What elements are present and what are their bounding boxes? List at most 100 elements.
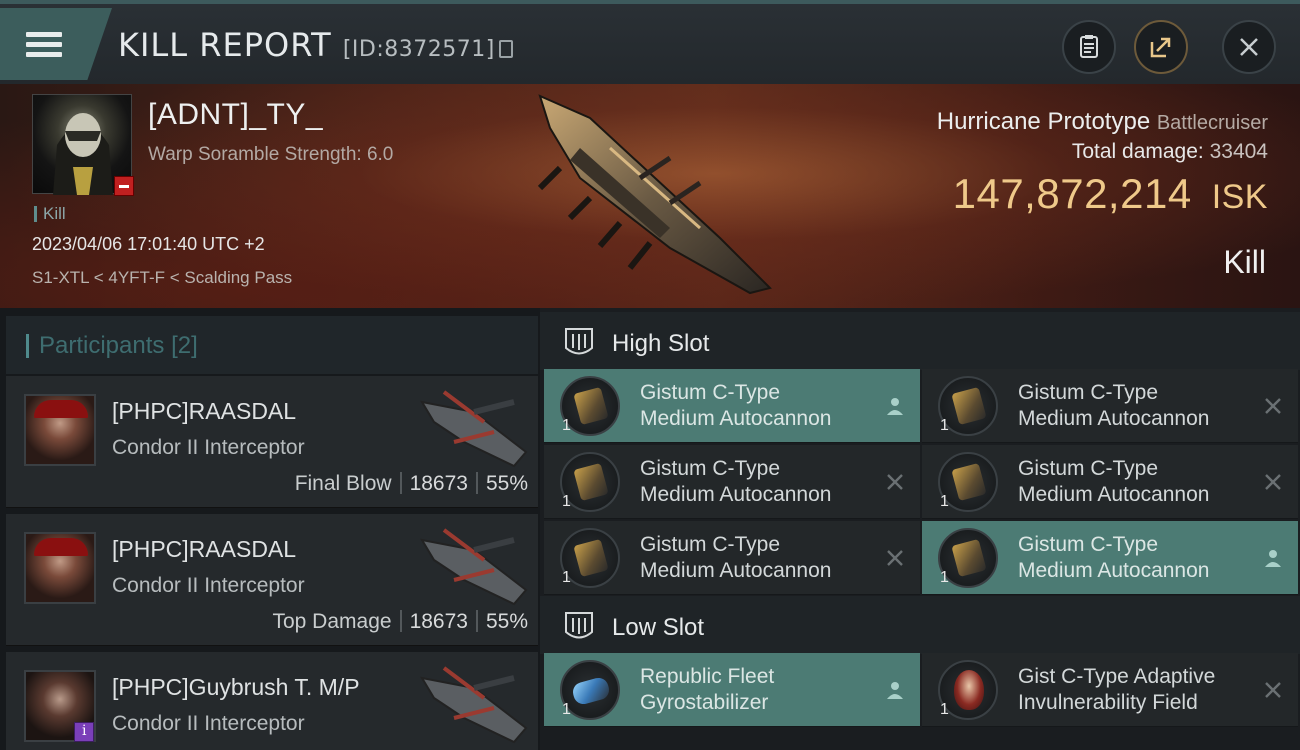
top-bar: KILL REPORT [ID:8372571] [0, 0, 1300, 84]
outcome-label: Kill [1223, 244, 1266, 280]
module-slot[interactable]: 1 Gistum C-Type Medium Autocannon [544, 369, 920, 443]
participant-stat-label: Top Damage [272, 610, 392, 633]
participant-row[interactable]: [PHPC]RAASDAL Condor II Interceptor Top … [6, 514, 538, 646]
module-slot[interactable]: 1 Gistum C-Type Medium Autocannon [922, 445, 1298, 519]
kill-tag: Kill [34, 205, 66, 222]
participants-count: [2] [171, 332, 198, 359]
kill-date: 2023/04/06 17:01:40 UTC +2 [32, 234, 265, 254]
participant-damage: 18673 [409, 610, 468, 633]
high-slot-header: High Slot [540, 312, 1300, 370]
kill-location[interactable]: S1-XTL < 4YFT-F < Scalding Pass [32, 268, 292, 288]
warp-scramble-strength: Warp Soramble Strength: 6.0 [148, 144, 394, 165]
total-damage-value: 33404 [1209, 140, 1268, 163]
kill-report-screen: KILL REPORT [ID:8372571] [ADNT]_TY_ Warp… [0, 0, 1300, 750]
module-quantity: 1 [940, 569, 949, 586]
participant-stats: Final Blow 18673 55% [295, 472, 528, 496]
low-slot-icon [565, 612, 593, 639]
isk-value: 147,872,214 ISK [953, 170, 1268, 218]
module-name-line1: Gistum C-Type [1018, 381, 1159, 404]
module-slot[interactable]: 1 Gistum C-Type Medium Autocannon [922, 369, 1298, 443]
module-name-line1: Gistum C-Type [640, 381, 781, 404]
isk-unit: ISK [1211, 178, 1268, 216]
close-icon [1265, 474, 1281, 490]
module-quantity: 1 [940, 493, 949, 510]
participant-percent: 55% [485, 610, 528, 633]
participant-avatar [24, 394, 96, 466]
total-damage-label: Total damage: [1071, 140, 1204, 163]
module-name-line1: Gistum C-Type [1018, 457, 1159, 480]
participant-name: [PHPC]RAASDAL [112, 536, 297, 562]
module-slot[interactable]: 1 Gistum C-Type Medium Autocannon [922, 521, 1298, 595]
participants-header: Participants [2] [6, 316, 538, 374]
module-quantity: 1 [562, 417, 571, 434]
person-icon [887, 682, 903, 699]
participant-stats: Top Damage 18673 55% [272, 610, 528, 634]
share-icon [1150, 37, 1171, 58]
clipboard-icon [1080, 35, 1098, 58]
high-slot-label: High Slot [612, 330, 710, 357]
page-title: KILL REPORT [ID:8372571] [118, 26, 513, 64]
module-name-line2: Medium Autocannon [640, 407, 832, 430]
module-slot[interactable]: 1 Republic Fleet Gyrostabilizer [544, 653, 920, 727]
victim-ship[interactable]: Hurricane Prototype Battlecruiser [937, 108, 1268, 136]
info-badge-icon [74, 722, 94, 742]
participant-row[interactable]: [PHPC]Guybrush T. M/P Condor II Intercep… [6, 652, 538, 750]
module-quantity: 1 [940, 417, 949, 434]
module-name-line2: Invulnerability Field [1018, 691, 1198, 714]
module-name-line1: Gist C-Type Adaptive [1018, 665, 1216, 688]
participant-name: [PHPC]RAASDAL [112, 398, 297, 424]
victim-ship-image [537, 94, 772, 295]
total-damage: Total damage: 33404 [1072, 140, 1268, 164]
module-slot[interactable]: 1 Gistum C-Type Medium Autocannon [544, 521, 920, 595]
module-name-line1: Republic Fleet [640, 665, 775, 688]
close-button[interactable] [1222, 20, 1276, 74]
module-name-line2: Medium Autocannon [640, 483, 832, 506]
person-icon [1265, 550, 1281, 567]
victim-ship-class: Battlecruiser [1156, 112, 1268, 134]
close-icon [887, 550, 903, 566]
module-slot[interactable]: 1 Gist C-Type Adaptive Invulnerability Fie… [922, 653, 1298, 727]
low-slot-header: Low Slot [540, 596, 1300, 654]
close-icon [1240, 38, 1258, 56]
hamburger-icon [26, 27, 62, 62]
participant-ship-image [419, 666, 528, 744]
module-name-line1: Gistum C-Type [640, 533, 781, 556]
copy-icon[interactable] [498, 40, 513, 58]
participant-row[interactable]: [PHPC]RAASDAL Condor II Interceptor Fina… [6, 376, 538, 508]
hostile-badge [114, 176, 134, 196]
participant-stat-label: Final Blow [294, 472, 392, 495]
module-name-line1: Gistum C-Type [1018, 533, 1159, 556]
participants-label: Participants [39, 332, 165, 359]
report-id: [ID:8372571] [342, 37, 495, 62]
participant-name: [PHPC]Guybrush T. M/P [112, 674, 360, 700]
clipboard-button[interactable] [1062, 20, 1116, 74]
victim-ship-name: Hurricane Prototype [936, 108, 1151, 135]
page-title-text: KILL REPORT [118, 26, 332, 64]
participant-ship: Condor II Interceptor [112, 712, 305, 735]
victim-name[interactable]: [ADNT]_TY_ [148, 98, 323, 132]
module-name-line2: Gyrostabilizer [640, 691, 769, 714]
close-icon [1265, 682, 1281, 698]
participant-avatar [24, 532, 96, 604]
module-name-line1: Gistum C-Type [640, 457, 781, 480]
isk-amount: 147,872,214 [952, 170, 1192, 217]
person-icon [887, 398, 903, 415]
participant-ship: Condor II Interceptor [112, 574, 305, 597]
module-name-line2: Medium Autocannon [640, 559, 832, 582]
participant-percent: 55% [485, 472, 528, 495]
victim-panel: [ADNT]_TY_ Warp Soramble Strength: 6.0 K… [0, 84, 1300, 308]
low-slot-label: Low Slot [612, 614, 705, 641]
module-slot[interactable]: 1 Gistum C-Type Medium Autocannon [544, 445, 920, 519]
share-button[interactable] [1134, 20, 1188, 74]
menu-button[interactable] [0, 8, 112, 80]
high-slot-icon [565, 328, 593, 355]
module-quantity: 1 [562, 569, 571, 586]
participant-damage: 18673 [409, 472, 468, 495]
module-name-line2: Medium Autocannon [1018, 559, 1210, 582]
module-name-line2: Medium Autocannon [1018, 407, 1210, 430]
module-quantity: 1 [940, 701, 949, 718]
module-name-line2: Medium Autocannon [1018, 483, 1210, 506]
participant-ship-image [419, 528, 528, 606]
module-quantity: 1 [562, 701, 571, 718]
close-icon [1265, 398, 1281, 414]
